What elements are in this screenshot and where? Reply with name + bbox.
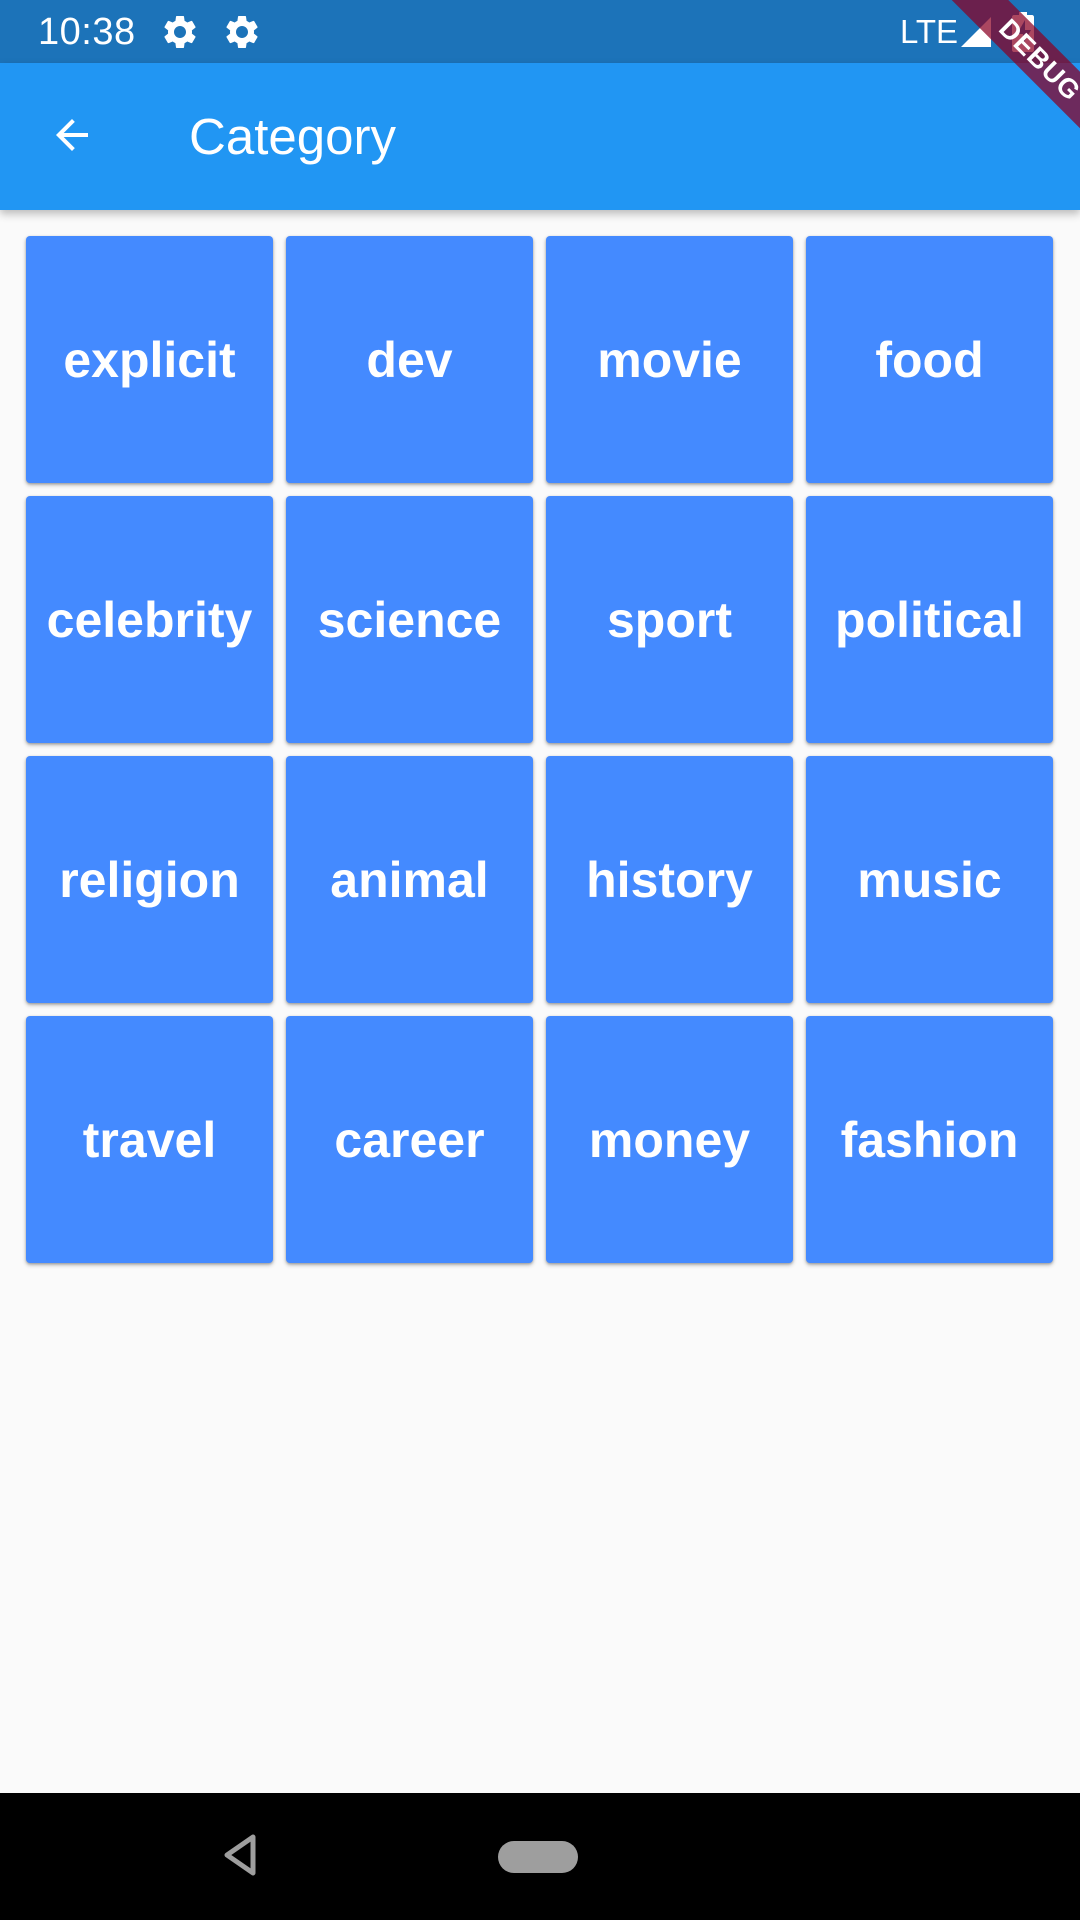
- category-label: food: [875, 331, 984, 388]
- category-label: fashion: [840, 1111, 1019, 1168]
- category-tile-dev[interactable]: dev: [286, 236, 533, 483]
- status-time: 10:38: [38, 11, 136, 53]
- category-tile-sport[interactable]: sport: [546, 496, 793, 743]
- category-label: political: [835, 591, 1024, 648]
- category-label: celebrity: [46, 591, 253, 648]
- category-tile-religion[interactable]: religion: [26, 756, 273, 1003]
- category-tile-career[interactable]: career: [286, 1016, 533, 1263]
- category-tile-animal[interactable]: animal: [286, 756, 533, 1003]
- status-bar: 10:38 LTE: [0, 0, 1080, 63]
- signal-icon: [958, 14, 994, 50]
- nav-back-triangle-icon[interactable]: [222, 1833, 258, 1877]
- category-grid: explicit dev movie food celebrity scienc…: [26, 236, 1055, 1263]
- page-title: Category: [189, 108, 396, 165]
- category-tile-money[interactable]: money: [546, 1016, 793, 1263]
- category-tile-history[interactable]: history: [546, 756, 793, 1003]
- navigation-bar: [0, 1793, 1080, 1920]
- category-label: travel: [82, 1111, 217, 1168]
- gear-icon: [222, 12, 262, 52]
- category-tile-celebrity[interactable]: celebrity: [26, 496, 273, 743]
- category-label: animal: [330, 851, 489, 908]
- category-label: money: [588, 1111, 751, 1168]
- category-tile-music[interactable]: music: [806, 756, 1053, 1003]
- category-tile-food[interactable]: food: [806, 236, 1053, 483]
- category-label: science: [317, 591, 502, 648]
- back-button[interactable]: [34, 99, 110, 175]
- screen: 10:38 LTE DEBUG Category explicit dev mo…: [0, 0, 1080, 1920]
- nav-home-pill-icon[interactable]: [498, 1841, 578, 1873]
- category-label: history: [586, 851, 753, 908]
- network-type-label: LTE: [900, 13, 959, 50]
- gear-icon: [160, 12, 200, 52]
- category-label: sport: [607, 591, 732, 648]
- category-tile-explicit[interactable]: explicit: [26, 236, 273, 483]
- category-label: dev: [366, 331, 453, 388]
- category-tile-travel[interactable]: travel: [26, 1016, 273, 1263]
- arrow-back-icon: [48, 111, 96, 164]
- category-tile-movie[interactable]: movie: [546, 236, 793, 483]
- category-tile-fashion[interactable]: fashion: [806, 1016, 1053, 1263]
- category-tile-science[interactable]: science: [286, 496, 533, 743]
- category-label: music: [857, 851, 1002, 908]
- category-label: religion: [59, 851, 240, 908]
- category-label: explicit: [63, 331, 236, 388]
- category-tile-political[interactable]: political: [806, 496, 1053, 743]
- app-bar: Category: [0, 63, 1080, 210]
- category-label: movie: [597, 331, 742, 388]
- category-label: career: [334, 1111, 485, 1168]
- battery-charging-icon: [1012, 12, 1034, 52]
